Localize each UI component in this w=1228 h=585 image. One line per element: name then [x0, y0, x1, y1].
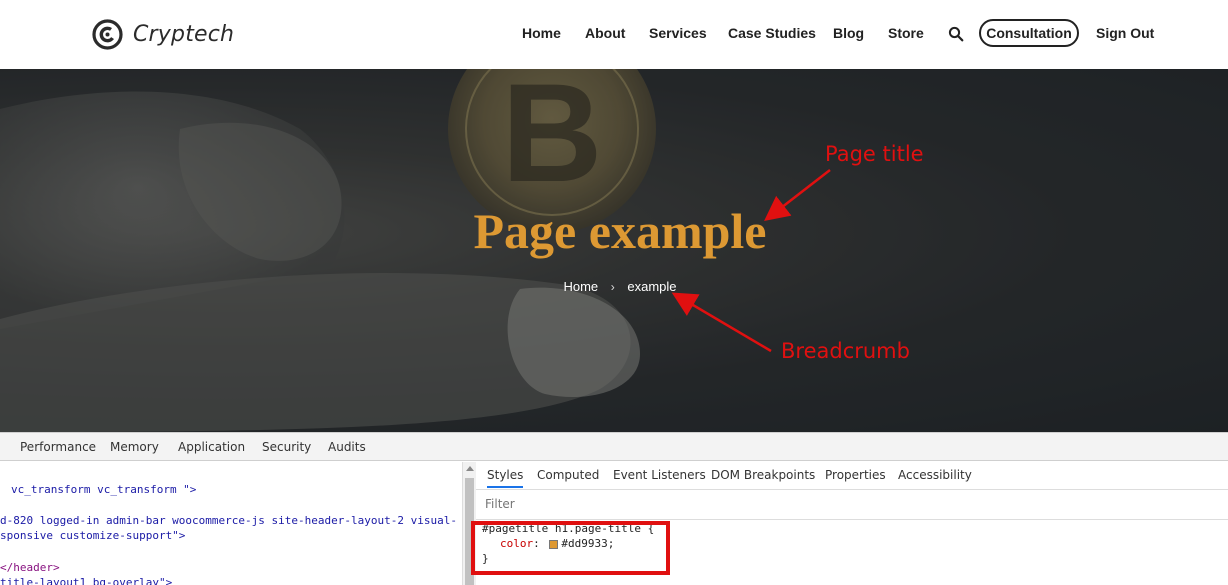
- page-title: Page example: [473, 203, 767, 259]
- annotation-page-title: Page title: [825, 142, 924, 166]
- sign-out-link[interactable]: Sign Out: [1096, 25, 1154, 41]
- logo-text: Cryptech: [133, 21, 235, 47]
- nav-services[interactable]: Services: [649, 25, 707, 41]
- tab-properties[interactable]: Properties: [825, 468, 886, 482]
- nav-case-studies[interactable]: Case Studies: [728, 25, 816, 41]
- dom-line[interactable]: d-820 logged-in admin-bar woocommerce-js…: [0, 514, 457, 527]
- breadcrumb-current: example: [627, 279, 677, 295]
- breadcrumb-separator-icon: ›: [610, 279, 615, 294]
- logo-icon: [92, 18, 123, 50]
- nav-home[interactable]: Home: [522, 25, 561, 41]
- dom-line[interactable]: vc_transform vc_transform ">: [11, 483, 196, 496]
- tab-performance[interactable]: Performance: [20, 440, 96, 454]
- filter-divider: [476, 519, 1228, 520]
- dom-line[interactable]: </header>: [0, 561, 60, 574]
- nav-store[interactable]: Store: [888, 25, 924, 41]
- tab-audits[interactable]: Audits: [328, 440, 366, 454]
- tab-styles[interactable]: Styles: [487, 468, 524, 488]
- tab-security[interactable]: Security: [262, 440, 311, 454]
- tab-computed[interactable]: Computed: [537, 468, 599, 482]
- tab-accessibility[interactable]: Accessibility: [898, 468, 972, 482]
- nav-blog[interactable]: Blog: [833, 25, 864, 41]
- site-header: Cryptech Home About Services Case Studie…: [0, 0, 1228, 69]
- page-title-hero: B Page example Home › example Page title…: [0, 69, 1228, 432]
- tab-memory[interactable]: Memory: [110, 440, 159, 454]
- search-icon[interactable]: [948, 26, 964, 42]
- dom-line[interactable]: sponsive customize-support">: [0, 529, 185, 542]
- elements-tree[interactable]: vc_transform vc_transform "> d-820 logge…: [0, 462, 462, 585]
- tab-event-listeners[interactable]: Event Listeners: [613, 468, 706, 482]
- nav-about[interactable]: About: [585, 25, 625, 41]
- breadcrumb: Home › example: [0, 278, 1228, 294]
- annotation-highlight-box: [471, 521, 670, 575]
- consultation-button[interactable]: Consultation: [979, 19, 1079, 47]
- styles-tabbar: Styles Computed Event Listeners DOM Brea…: [476, 462, 1228, 490]
- styles-filter-input[interactable]: [485, 495, 1185, 513]
- annotation-breadcrumb: Breadcrumb: [781, 339, 910, 363]
- devtools-tabbar: Performance Memory Application Security …: [0, 433, 1228, 461]
- scroll-up-icon[interactable]: [466, 466, 474, 471]
- breadcrumb-home[interactable]: Home: [563, 279, 598, 294]
- tab-application[interactable]: Application: [178, 440, 245, 454]
- site-logo[interactable]: Cryptech: [92, 17, 234, 51]
- tab-dom-breakpoints[interactable]: DOM Breakpoints: [711, 468, 815, 482]
